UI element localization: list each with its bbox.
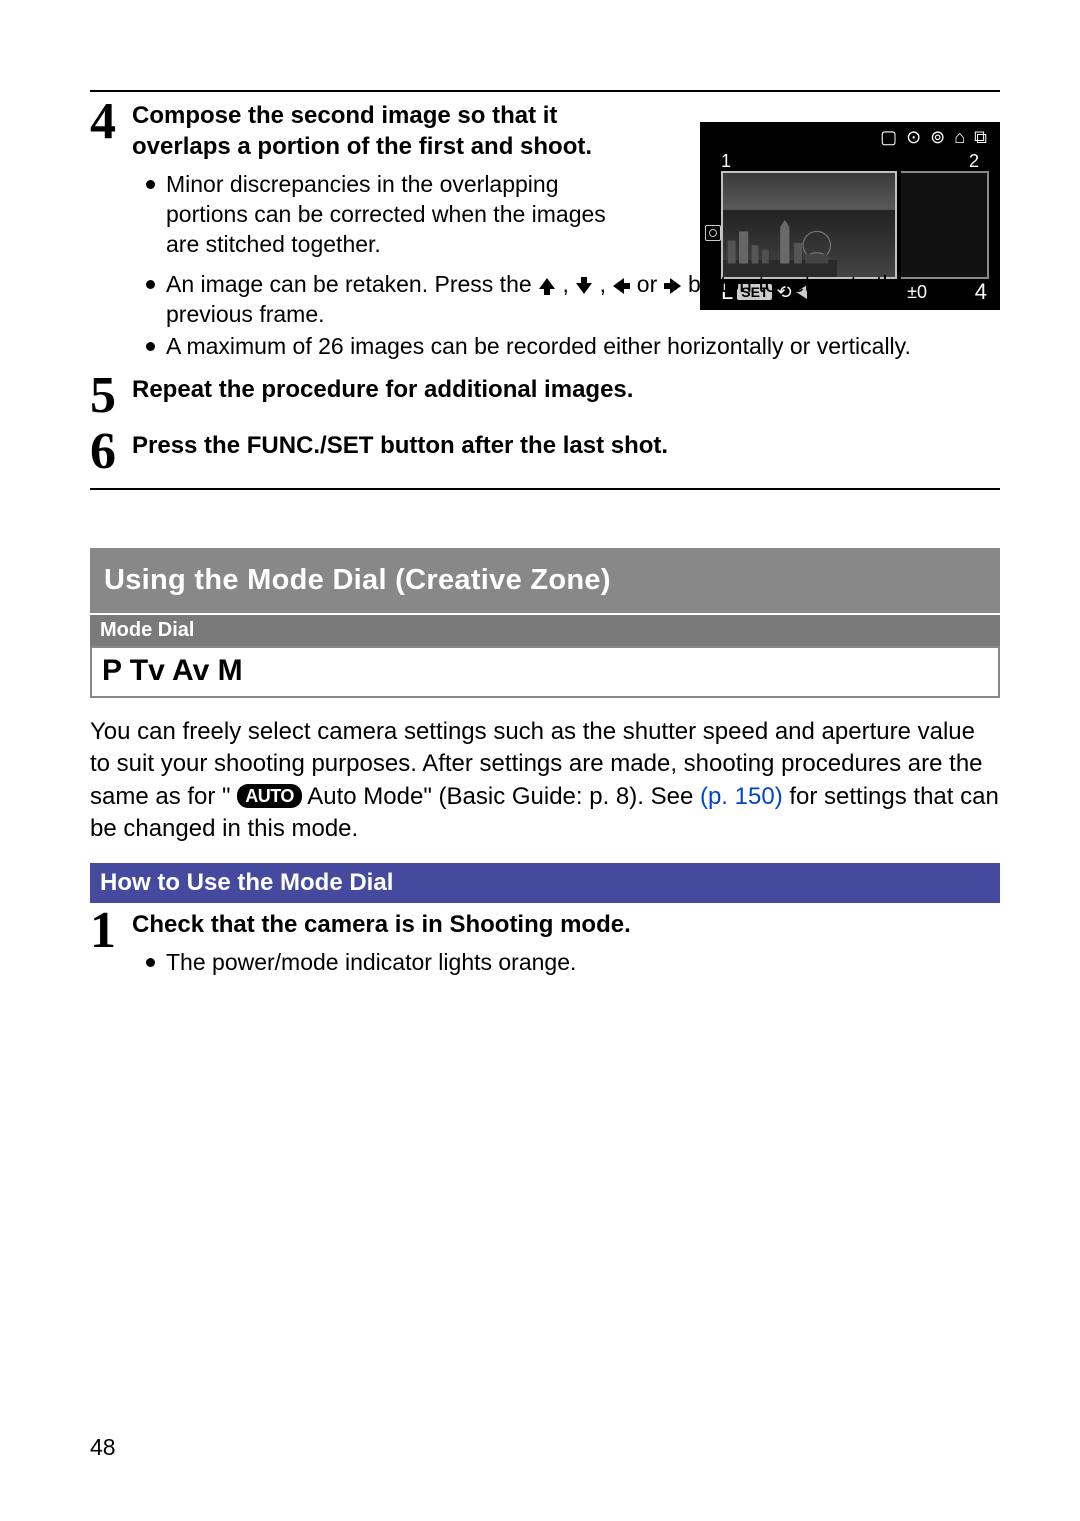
step-number: 5 (90, 370, 132, 422)
page-reference-link[interactable]: (p. 150) (700, 783, 783, 810)
step-title: Press the FUNC./SET button after the las… (132, 430, 1000, 461)
step-5: 5 Repeat the procedure for additional im… (90, 374, 1000, 422)
bullet-item: A maximum of 26 images can be recorded e… (146, 332, 1000, 362)
metering-icon (705, 225, 721, 241)
bullet-item: An image can be retaken. Press the , , o… (146, 270, 1000, 330)
bullet-item: Minor discrepancies in the overlapping p… (146, 170, 632, 260)
arrow-up-icon (538, 277, 556, 295)
lcd-frame-2 (901, 171, 989, 279)
arrow-left-icon (612, 277, 630, 295)
top-rule (90, 90, 1000, 92)
step-1: 1 Check that the camera is in Shooting m… (90, 909, 1000, 980)
divider (90, 488, 1000, 490)
step-title: Check that the camera is in Shooting mod… (132, 909, 1000, 940)
lcd-frames (721, 171, 989, 279)
mode-list: P Tv Av M (90, 646, 1000, 698)
bullet-text: or (637, 271, 664, 297)
section-heading: Using the Mode Dial (Creative Zone) (90, 548, 1000, 613)
bullet-text: , (600, 271, 613, 297)
lcd-top-icons: ▢ ⊙ ⊚ ⌂ ⧉ (715, 127, 989, 148)
lcd-frame-numbers: 1 → 2 (721, 151, 979, 172)
bullet-text: , (562, 271, 575, 297)
lcd-frame-1 (721, 171, 897, 279)
step-title: Repeat the procedure for additional imag… (132, 374, 1000, 405)
step-number: 1 (90, 905, 132, 957)
how-to-heading: How to Use the Mode Dial (90, 863, 1000, 903)
intro-paragraph: You can freely select camera settings su… (90, 716, 1000, 846)
para-text: Auto Mode" (Basic Guide: p. 8). See (307, 783, 700, 810)
step-title: Compose the second image so that it over… (132, 100, 632, 162)
bullet-item: The power/mode indicator lights orange. (146, 948, 1000, 978)
arrow-down-icon (575, 277, 593, 295)
arrow-right-icon (664, 277, 682, 295)
manual-page: ▢ ⊙ ⊚ ⌂ ⧉ 1 → 2 (0, 0, 1080, 1521)
step-number: 4 (90, 96, 132, 148)
bullet-text: An image can be retaken. Press the (166, 271, 538, 297)
mode-dial-label: Mode Dial (90, 615, 1000, 646)
page-number: 48 (90, 1434, 116, 1461)
cityscape-icon (723, 220, 837, 277)
lcd-num-1: 1 (721, 151, 731, 172)
step-number: 6 (90, 426, 132, 478)
auto-pill-icon: AUTO (237, 784, 302, 808)
step-6: 6 Press the FUNC./SET button after the l… (90, 430, 1000, 478)
lcd-num-2: 2 (969, 151, 979, 172)
